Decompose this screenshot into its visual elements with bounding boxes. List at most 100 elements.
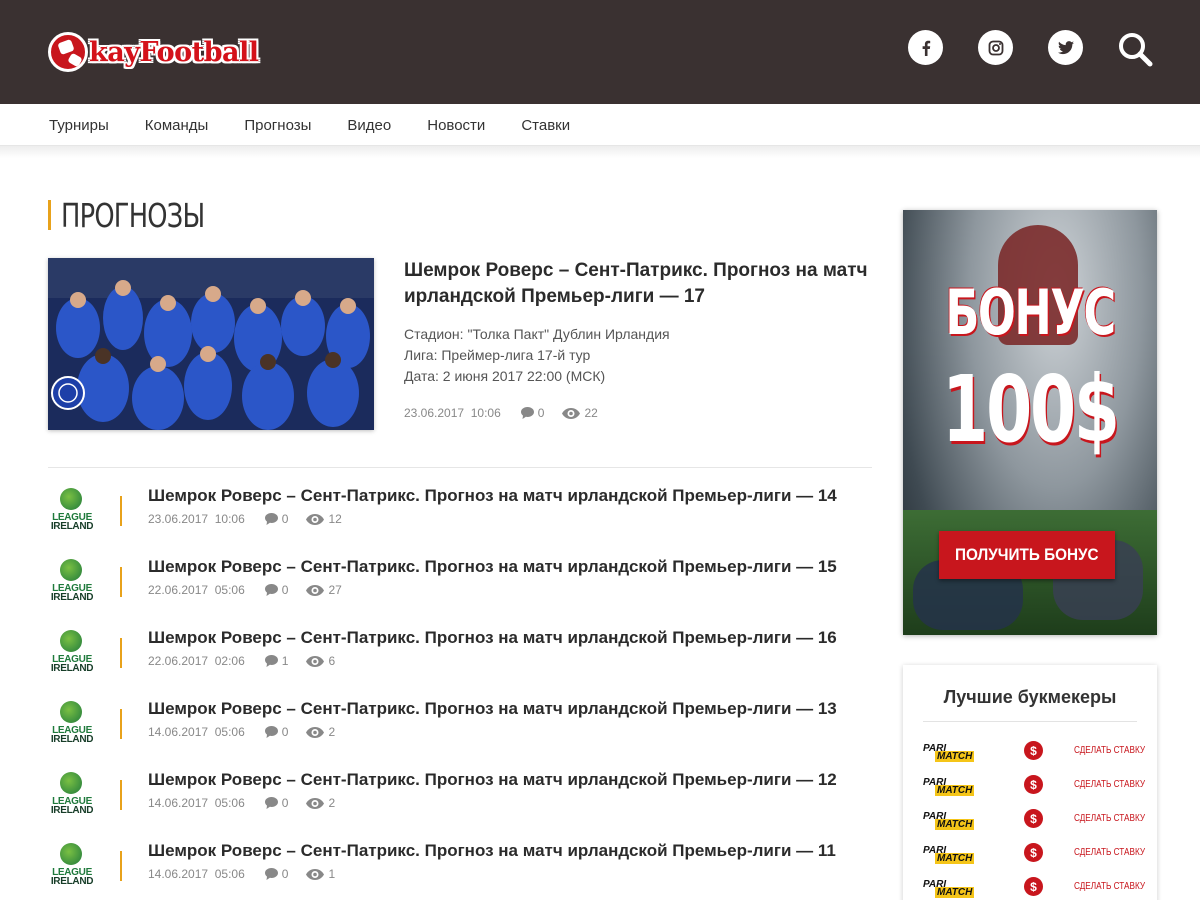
article-meta: 23.06.2017 10:06 0 12: [148, 512, 360, 526]
eye-icon: [306, 797, 325, 809]
dollar-icon[interactable]: $: [1024, 775, 1043, 794]
comment-icon: [264, 868, 278, 880]
nav-item-tournaments[interactable]: Турниры: [49, 117, 109, 134]
league-logo-line: IRELAND: [50, 876, 94, 887]
instagram-icon[interactable]: [978, 30, 1013, 65]
dollar-icon[interactable]: $: [1024, 877, 1043, 896]
list-item[interactable]: LEAGUE IRELAND Шемрок Роверс – Сент-Патрик…: [48, 770, 878, 830]
comment-icon: [264, 726, 278, 738]
place-bet-link[interactable]: СДЕЛАТЬ СТАВКУ: [1074, 779, 1145, 790]
eye-icon: [306, 868, 325, 880]
featured-image[interactable]: [48, 258, 374, 430]
site-header: kayFootball: [0, 0, 1200, 104]
post-date: 14.06.2017 05:06: [148, 796, 245, 810]
dollar-icon[interactable]: $: [1024, 809, 1043, 828]
featured-info: Стадион: "Толка Пакт" Дублин Ирландия Ли…: [404, 324, 670, 387]
league-ball-icon: [60, 701, 82, 723]
parimatch-logo[interactable]: PARI MATCH: [923, 743, 995, 765]
list-accent-bar: [120, 851, 122, 881]
comment-count: 0: [264, 512, 288, 526]
list-accent-bar: [120, 638, 122, 668]
post-date: 22.06.2017 05:06: [148, 583, 245, 597]
parimatch-logo[interactable]: PARI MATCH: [923, 879, 995, 900]
view-count: 2: [306, 796, 335, 810]
comment-icon: [264, 584, 278, 596]
league-ball-icon: [60, 630, 82, 652]
eye-icon: [562, 407, 581, 419]
bookmakers-title: Лучшие букмекеры: [943, 687, 1117, 707]
article-meta: 22.06.2017 05:06 0 27: [148, 583, 360, 597]
logo-text: kayFootball: [89, 36, 259, 68]
bookmaker-row: PARI MATCH $ СДЕЛАТЬ СТАВКУ: [923, 775, 1145, 799]
logo-match: MATCH: [935, 853, 975, 864]
dollar-icon[interactable]: $: [1024, 843, 1043, 862]
post-date: 14.06.2017 05:06: [148, 867, 245, 881]
place-bet-link[interactable]: СДЕЛАТЬ СТАВКУ: [1074, 881, 1145, 892]
comment-icon: [264, 513, 278, 525]
article-title[interactable]: Шемрок Роверс – Сент-Патрикс. Прогноз на…: [148, 841, 836, 861]
league-ireland-logo: LEAGUE IRELAND: [48, 841, 96, 889]
place-bet-link[interactable]: СДЕЛАТЬ СТАВКУ: [1074, 813, 1145, 824]
post-date: 22.06.2017 02:06: [148, 654, 245, 668]
logo-match: MATCH: [935, 785, 975, 796]
bookmaker-row: PARI MATCH $ СДЕЛАТЬ СТАВКУ: [923, 809, 1145, 833]
nav-item-teams[interactable]: Команды: [145, 117, 209, 134]
get-bonus-button[interactable]: ПОЛУЧИТЬ БОНУС: [939, 531, 1115, 579]
site-logo[interactable]: kayFootball: [48, 30, 259, 74]
post-date: 23.06.2017 10:06: [404, 406, 501, 420]
place-bet-link[interactable]: СДЕЛАТЬ СТАВКУ: [1074, 847, 1145, 858]
nav-item-video[interactable]: Видео: [347, 117, 391, 134]
eye-icon: [306, 726, 325, 738]
league-ball-icon: [60, 772, 82, 794]
nav-item-bets[interactable]: Ставки: [521, 117, 570, 134]
article-title[interactable]: Шемрок Роверс – Сент-Патрикс. Прогноз на…: [148, 557, 837, 577]
bonus-banner[interactable]: БОНУС 100$ ПОЛУЧИТЬ БОНУС: [903, 210, 1157, 635]
search-icon[interactable]: [1116, 30, 1156, 70]
comment-icon: [264, 797, 278, 809]
nav-shadow: [0, 146, 1200, 158]
article-title[interactable]: Шемрок Роверс – Сент-Патрикс. Прогноз на…: [148, 486, 837, 506]
article-meta: 14.06.2017 05:06 0 2: [148, 725, 353, 739]
list-accent-bar: [120, 709, 122, 739]
view-count: 2: [306, 725, 335, 739]
bookmaker-row: PARI MATCH $ СДЕЛАТЬ СТАВКУ: [923, 741, 1145, 765]
article-title[interactable]: Шемрок Роверс – Сент-Патрикс. Прогноз на…: [148, 699, 837, 719]
football-icon: [48, 32, 88, 72]
parimatch-logo[interactable]: PARI MATCH: [923, 811, 995, 833]
logo-match: MATCH: [935, 819, 975, 830]
comment-count: 0: [264, 867, 288, 881]
list-item[interactable]: LEAGUE IRELAND Шемрок Роверс – Сент-Патрик…: [48, 841, 878, 900]
parimatch-logo[interactable]: PARI MATCH: [923, 777, 995, 799]
bookmakers-divider: [923, 721, 1137, 722]
article-title[interactable]: Шемрок Роверс – Сент-Патрикс. Прогноз на…: [148, 770, 837, 790]
facebook-icon[interactable]: [908, 30, 943, 65]
list-accent-bar: [120, 496, 122, 526]
main-nav: Турниры Команды Прогнозы Видео Новости С…: [0, 104, 1200, 146]
nav-item-news[interactable]: Новости: [427, 117, 485, 134]
logo-match: MATCH: [935, 751, 975, 762]
comment-count: 0: [264, 583, 288, 597]
list-item[interactable]: LEAGUE IRELAND Шемрок Роверс – Сент-Патрик…: [48, 486, 878, 546]
featured-meta: 23.06.2017 10:06 0 22: [404, 406, 616, 420]
league-logo-line: IRELAND: [50, 521, 94, 532]
nav-item-predictions[interactable]: Прогнозы: [244, 117, 311, 134]
parimatch-logo[interactable]: PARI MATCH: [923, 845, 995, 867]
list-item[interactable]: LEAGUE IRELAND Шемрок Роверс – Сент-Патрик…: [48, 557, 878, 617]
eye-icon: [306, 513, 325, 525]
list-item[interactable]: LEAGUE IRELAND Шемрок Роверс – Сент-Патрик…: [48, 628, 878, 688]
post-date: 23.06.2017 10:06: [148, 512, 245, 526]
place-bet-link[interactable]: СДЕЛАТЬ СТАВКУ: [1074, 745, 1145, 756]
league-logo-line: IRELAND: [50, 663, 94, 674]
list-item[interactable]: LEAGUE IRELAND Шемрок Роверс – Сент-Патрик…: [48, 699, 878, 759]
article-title[interactable]: Шемрок Роверс – Сент-Патрикс. Прогноз на…: [148, 628, 837, 648]
featured-stadium: Стадион: "Толка Пакт" Дублин Ирландия: [404, 326, 670, 342]
dollar-icon[interactable]: $: [1024, 741, 1043, 760]
league-ireland-logo: LEAGUE IRELAND: [48, 628, 96, 676]
league-logo-line: IRELAND: [50, 805, 94, 816]
featured-title[interactable]: Шемрок Роверс – Сент-Патрикс. Прогноз на…: [404, 258, 879, 310]
twitter-icon[interactable]: [1048, 30, 1083, 65]
comment-count: 0: [520, 406, 544, 420]
view-count: 27: [306, 583, 342, 597]
post-date: 14.06.2017 05:06: [148, 725, 245, 739]
divider: [48, 467, 872, 468]
